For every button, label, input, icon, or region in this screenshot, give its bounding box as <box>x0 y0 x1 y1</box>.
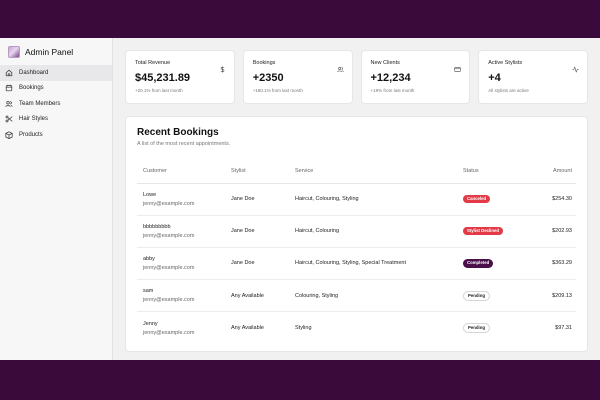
customer-name: bbbbbbbbb <box>143 223 171 230</box>
main-content: Total Revenue $45,231.89 +20.1% from las… <box>113 38 600 360</box>
sidebar: Admin Panel Dashboard Bookings Team Memb… <box>0 38 113 360</box>
stat-label: New Clients <box>370 60 400 66</box>
customer-name: Lowe <box>143 191 157 198</box>
status-badge: Pending <box>463 322 490 334</box>
sidebar-item-dashboard[interactable]: Dashboard <box>0 65 112 81</box>
customer-email: jenny@example.com <box>143 200 195 207</box>
amount-cell: $202.93 <box>529 215 576 248</box>
column-header-customer: Customer <box>137 159 225 184</box>
sidebar-item-products[interactable]: Products <box>0 127 112 143</box>
table-row[interactable]: sam jenny@example.com Any Available Colou… <box>137 279 576 313</box>
amount-cell: $97.31 <box>555 325 572 332</box>
customer-email: jenny@example.com <box>143 329 195 336</box>
panel-description: A list of the most recent appointments. <box>137 141 231 147</box>
customer-email: jenny@example.com <box>143 297 195 304</box>
house-icon <box>5 69 13 77</box>
stylist-cell: Jane Doe <box>225 247 289 281</box>
table-row[interactable]: bbbbbbbbb jenny@example.com Jane Doe Hair… <box>137 215 576 248</box>
service-cell: Haircut, Colouring, Styling <box>289 183 457 216</box>
sidebar-nav: Dashboard Bookings Team Members Hair Sty… <box>0 65 112 143</box>
stylist-cell: Jane Doe <box>225 215 289 248</box>
activity-icon <box>572 60 579 73</box>
customer-email: jenny@example.com <box>143 232 195 239</box>
customer-name: Jenny <box>143 320 158 327</box>
sidebar-item-team-members[interactable]: Team Members <box>0 96 112 112</box>
logo-icon <box>8 45 20 58</box>
status-badge: Pending <box>463 290 490 301</box>
panel-title: Recent Bookings <box>137 127 219 138</box>
customer-email: jenny@example.com <box>143 264 195 271</box>
sidebar-item-label: Hair Styles <box>19 116 49 123</box>
stat-label: Active Stylists <box>488 60 523 66</box>
calendar-icon <box>5 84 13 92</box>
stat-subtext: +20.1% from last month <box>135 88 183 93</box>
stat-subtext: +19% from last month <box>370 88 415 93</box>
column-header-service: Service <box>289 159 457 184</box>
sidebar-item-label: Products <box>19 131 43 138</box>
stat-card-bookings: Bookings +2350 +180.1% from last month <box>242 50 353 104</box>
app-title: Admin Panel <box>25 46 74 57</box>
brand[interactable]: Admin Panel <box>0 38 112 65</box>
stat-subtext: +180.1% from last month <box>252 88 303 93</box>
users-icon <box>5 100 13 108</box>
sidebar-item-label: Team Members <box>19 100 61 107</box>
amount-cell: $363.29 <box>529 247 576 281</box>
stat-value: +2350 <box>252 72 284 84</box>
table-row[interactable]: Lowe jenny@example.com Jane Doe Haircut, … <box>137 183 576 216</box>
amount-cell: $209.13 <box>529 279 576 313</box>
stat-card-active-stylists: Active Stylists +4 All stylists are acti… <box>478 50 588 104</box>
stylist-cell: Any Available <box>225 279 289 313</box>
credit-card-icon <box>454 60 461 72</box>
table-row[interactable]: abby jenny@example.com Jane Doe Haircut, … <box>137 247 576 281</box>
bookings-table: Customer Stylist Service Status Amount L… <box>137 159 576 344</box>
dollar-icon <box>219 60 226 73</box>
recent-bookings-panel: Recent Bookings A list of the most recen… <box>125 116 588 352</box>
column-header-status: Status <box>457 159 530 184</box>
column-header-amount: Amount <box>529 159 576 184</box>
status-badge: Canceled <box>463 194 491 204</box>
table-row[interactable]: Jenny jenny@example.com Any Available Sty… <box>137 312 576 344</box>
stat-card-new-clients: New Clients +12,234 +19% from last month <box>360 50 471 104</box>
table-header-row: Customer Stylist Service Status Amount <box>137 159 576 184</box>
stylist-cell: Any Available <box>231 325 264 332</box>
service-cell: Colouring, Styling <box>289 279 457 313</box>
status-badge: Completed <box>463 259 494 268</box>
stat-value: +4 <box>488 72 501 84</box>
stats-cards: Total Revenue $45,231.89 +20.1% from las… <box>125 50 588 104</box>
stat-label: Bookings <box>252 60 276 66</box>
service-cell: Haircut, Colouring, Styling, Special Tre… <box>289 247 457 281</box>
status-badge: Stylist Declined <box>463 227 503 236</box>
stylist-cell: Jane Doe <box>225 183 289 216</box>
service-cell: Haircut, Colouring <box>289 215 457 248</box>
stat-value: $45,231.89 <box>135 72 191 84</box>
stat-value: +12,234 <box>370 72 411 84</box>
customer-name: abby <box>143 255 155 262</box>
sidebar-item-label: Dashboard <box>19 69 49 76</box>
service-cell: Styling <box>295 325 312 332</box>
sidebar-item-bookings[interactable]: Bookings <box>0 81 112 97</box>
amount-cell: $254.30 <box>529 183 576 216</box>
scissors-icon <box>5 115 13 123</box>
stat-subtext: All stylists are active <box>488 88 529 93</box>
stat-label: Total Revenue <box>135 60 171 66</box>
sidebar-item-label: Bookings <box>19 85 44 92</box>
users-icon <box>336 60 344 73</box>
app-window: Admin Panel Dashboard Bookings Team Memb… <box>0 38 600 360</box>
column-header-stylist: Stylist <box>225 159 289 184</box>
sidebar-item-hair-styles[interactable]: Hair Styles <box>0 112 112 128</box>
stat-card-total-revenue: Total Revenue $45,231.89 +20.1% from las… <box>125 50 235 104</box>
package-icon <box>5 131 13 139</box>
customer-name: sam <box>143 288 154 295</box>
